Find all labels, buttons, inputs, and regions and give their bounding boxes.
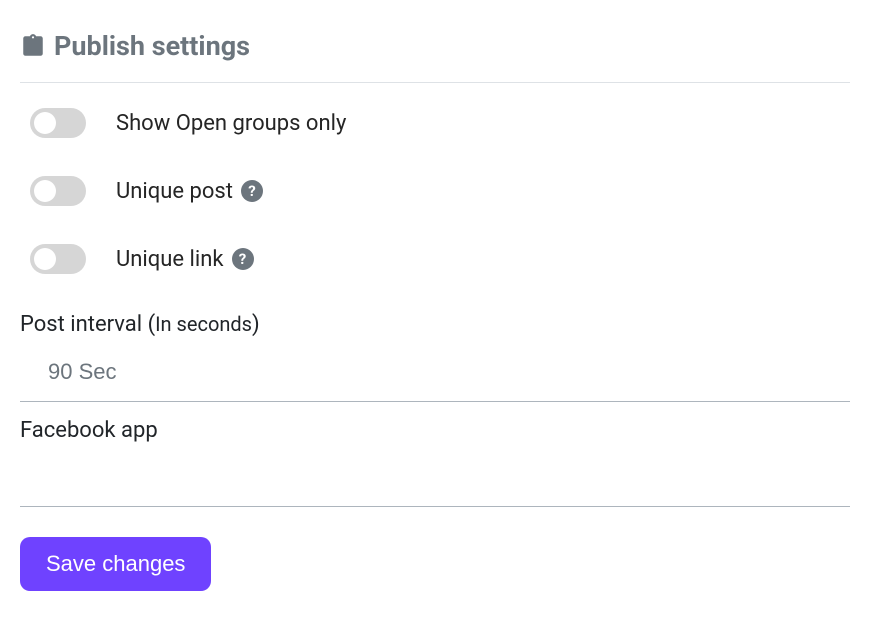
toggle-knob (34, 180, 56, 202)
page-title: Publish settings (54, 30, 250, 62)
toggle-unique-post-row: Unique post ? (20, 176, 850, 206)
settings-header: Publish settings (20, 30, 850, 83)
toggle-open-groups[interactable] (30, 108, 86, 138)
toggle-unique-link-label: Unique link ? (116, 247, 254, 272)
label-suffix: ) (252, 312, 260, 337)
label-text: Show Open groups only (116, 111, 346, 136)
toggle-open-groups-label: Show Open groups only (116, 111, 346, 136)
label-text: Unique link (116, 247, 224, 272)
toggle-unique-post[interactable] (30, 176, 86, 206)
toggle-unique-link-row: Unique link ? (20, 244, 850, 274)
toggle-knob (34, 248, 56, 270)
toggle-unique-link[interactable] (30, 244, 86, 274)
toggle-knob (34, 112, 56, 134)
post-interval-input[interactable] (20, 349, 850, 402)
save-button[interactable]: Save changes (20, 537, 211, 591)
toggle-unique-post-label: Unique post ? (116, 179, 263, 204)
label-text: Unique post (116, 179, 233, 204)
facebook-app-select[interactable] (20, 455, 850, 507)
label-prefix: Post interval ( (20, 312, 155, 337)
post-interval-label: Post interval (In seconds) (20, 312, 850, 337)
facebook-app-label: Facebook app (20, 418, 850, 443)
label-hint: In seconds (155, 312, 252, 336)
clipboard-icon (20, 31, 46, 61)
toggle-open-groups-row: Show Open groups only (20, 108, 850, 138)
help-icon[interactable]: ? (232, 248, 254, 270)
help-icon[interactable]: ? (241, 180, 263, 202)
